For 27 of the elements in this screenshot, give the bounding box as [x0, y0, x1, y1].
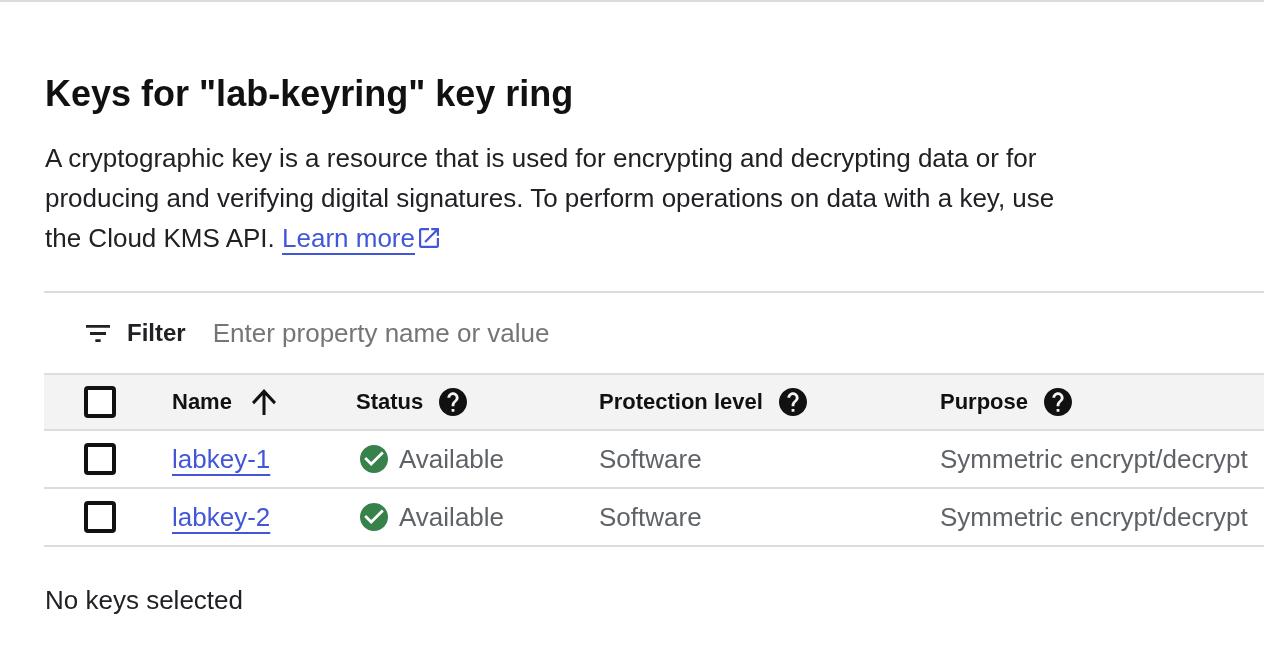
- table-cell: Symmetric encrypt/decrypt: [940, 501, 1248, 533]
- help-icon[interactable]: [778, 388, 807, 416]
- checkbox[interactable]: [84, 501, 116, 533]
- key-name-link[interactable]: labkey-1: [172, 443, 271, 475]
- column-header[interactable]: Name: [172, 387, 232, 417]
- table-cell: Software: [599, 501, 702, 533]
- help-icon[interactable]: [439, 388, 468, 416]
- status-text: Available: [399, 501, 505, 533]
- sort-arrow-up-icon[interactable]: [251, 389, 276, 415]
- status-text: Available: [399, 443, 505, 475]
- table-cell: Symmetric encrypt/decrypt: [940, 443, 1248, 475]
- table-cell: Software: [599, 443, 702, 475]
- external-link-icon: [419, 228, 439, 248]
- checkbox[interactable]: [84, 386, 116, 418]
- help-icon[interactable]: [1044, 388, 1073, 416]
- filter-icon: [86, 324, 110, 342]
- learn-more-link[interactable]: Learn more: [282, 218, 439, 258]
- column-header[interactable]: Protection level: [599, 387, 763, 417]
- filter-input[interactable]: Enter property name or value: [212, 317, 773, 349]
- filter-label: Filter: [127, 318, 186, 348]
- selection-status-text: No keys selected: [45, 584, 243, 616]
- description-text: A cryptographic key is a resource that is used for encrypting and decrypting data or for producing and verifying digital signatures. To perform operations on data with a key, use the Cloud KMS API. Learn more: [45, 138, 1067, 258]
- key-name-link[interactable]: labkey-2: [172, 501, 271, 533]
- column-header[interactable]: Purpose: [940, 387, 1029, 417]
- page-title: Keys for "lab-keyring" key ring: [45, 72, 574, 116]
- column-header[interactable]: Status: [356, 387, 424, 417]
- checkbox[interactable]: [84, 443, 116, 475]
